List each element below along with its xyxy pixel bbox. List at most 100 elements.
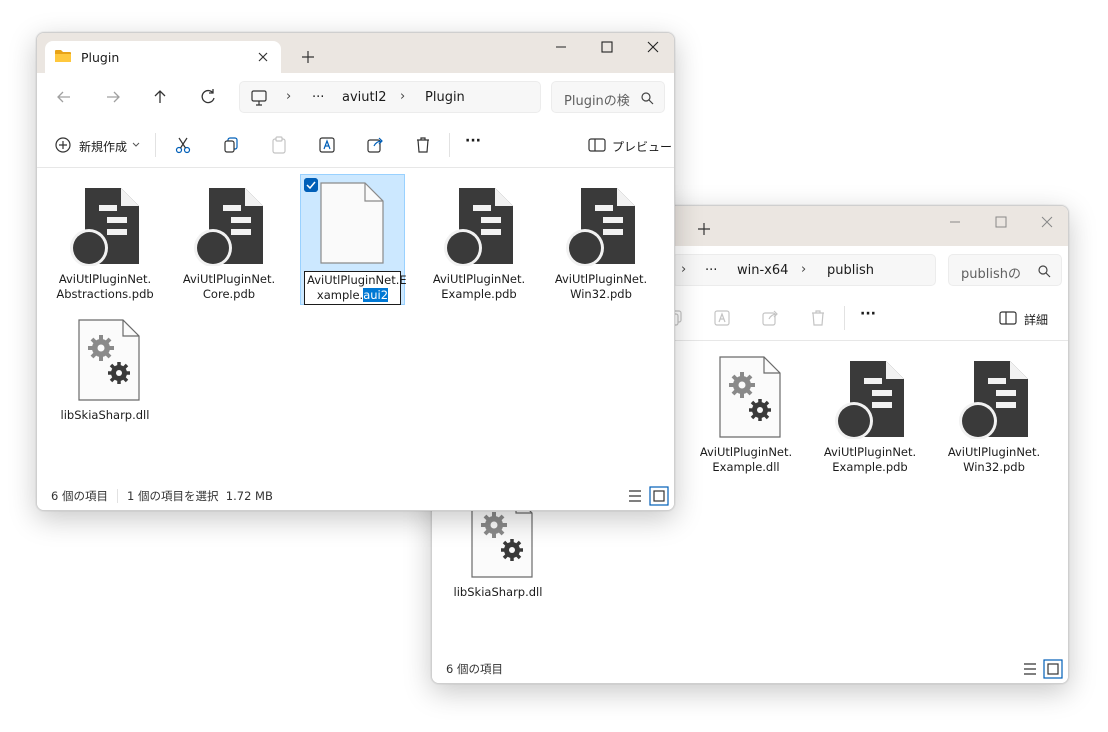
new-button-label[interactable]: 新規作成 <box>79 138 127 155</box>
details-pane-icon[interactable] <box>998 308 1018 328</box>
pdb-icon <box>835 361 904 439</box>
large-icons-view-icon[interactable] <box>1043 659 1063 679</box>
cut-scissors-icon[interactable] <box>173 135 193 155</box>
explorer-window-plugin[interactable]: Plugin › ··· aviutl2 › Plugin Pluginの検 新… <box>36 32 675 511</box>
item-count-status: 6 個の項目 <box>446 662 503 676</box>
file-item-example-pdb[interactable]: AviUtlPluginNet. Example.pdb <box>427 176 531 306</box>
file-name-label: libSkiaSharp.dll <box>453 585 543 599</box>
pdb-icon <box>70 188 139 266</box>
breadcrumb-more[interactable]: ··· <box>312 90 324 105</box>
delete-icon[interactable] <box>413 135 433 155</box>
title-bar[interactable]: Plugin <box>37 33 674 73</box>
status-bar: 6 個の項目 1 個の項目を選択 1.72 MB <box>37 482 674 510</box>
refresh-icon[interactable] <box>198 87 218 107</box>
back-arrow-icon[interactable] <box>54 87 74 107</box>
dll-gear-icon <box>78 319 140 401</box>
file-name-label: libSkiaSharp.dll <box>60 408 150 422</box>
this-pc-monitor-icon[interactable] <box>250 89 268 107</box>
forward-arrow-icon[interactable] <box>103 87 123 107</box>
dll-gear-icon <box>719 356 781 438</box>
minimize-icon[interactable] <box>538 35 584 59</box>
address-bar[interactable]: › ··· aviutl2 › Plugin <box>239 81 541 113</box>
file-name-label: AviUtlPluginNet. Win32.pdb <box>947 445 1041 474</box>
file-item-libskiasharp-dll[interactable]: libSkiaSharp.dll <box>53 312 157 424</box>
rename-icon[interactable] <box>712 308 732 328</box>
breadcrumb-separator: › <box>681 262 687 277</box>
chevron-down-icon[interactable] <box>132 142 140 148</box>
breadcrumb-separator: › <box>286 89 292 104</box>
selection-status: 1 個の項目を選択 1.72 MB <box>127 489 273 503</box>
tab-plugin[interactable]: Plugin <box>45 41 281 73</box>
search-icon <box>1038 265 1051 278</box>
status-bar: 6 個の項目 <box>432 655 1068 683</box>
file-item-core-pdb[interactable]: AviUtlPluginNet. Core.pdb <box>177 176 281 306</box>
file-item-example-dll[interactable]: AviUtlPluginNet. Example.dll <box>694 349 798 479</box>
file-item-example-aui2-selected[interactable]: AviUtlPluginNet.E xample.aui2 <box>300 174 407 305</box>
search-placeholder: Pluginの検 <box>564 94 630 109</box>
maximize-icon[interactable] <box>584 35 630 59</box>
maximize-icon[interactable] <box>978 210 1024 234</box>
address-bar[interactable]: › ··· win-x64 › publish <box>672 254 936 286</box>
more-options-button[interactable]: ··· <box>860 306 876 322</box>
paste-clipboard-icon[interactable] <box>269 135 289 155</box>
file-item-example-pdb[interactable]: AviUtlPluginNet. Example.pdb <box>818 349 922 479</box>
share-icon[interactable] <box>365 135 385 155</box>
file-item-win32-pdb[interactable]: AviUtlPluginNet. Win32.pdb <box>549 176 653 306</box>
navigation-bar: › ··· aviutl2 › Plugin Pluginの検 <box>37 73 674 121</box>
command-separator <box>844 306 845 330</box>
file-name-label: AviUtlPluginNet. Win32.pdb <box>554 272 648 301</box>
breadcrumb-aviutl2[interactable]: aviutl2 <box>342 90 387 105</box>
item-count-status: 6 個の項目 <box>51 489 108 503</box>
file-name-label: AviUtlPluginNet. Example.dll <box>699 445 793 474</box>
new-tab-plus-icon[interactable] <box>298 47 318 67</box>
details-view-icon[interactable] <box>1020 659 1040 679</box>
breadcrumb-publish[interactable]: publish <box>827 263 874 278</box>
breadcrumb-more[interactable]: ··· <box>705 263 717 278</box>
breadcrumb-separator: › <box>400 89 406 104</box>
new-plus-circle-icon[interactable] <box>53 135 73 155</box>
more-options-button[interactable]: ··· <box>465 133 481 149</box>
file-name-label: AviUtlPluginNet. Core.pdb <box>182 272 276 301</box>
command-bar: 新規作成 ··· プレビュー <box>37 121 674 168</box>
rename-text-input[interactable]: AviUtlPluginNet.E xample.aui2 <box>304 271 407 305</box>
minimize-icon[interactable] <box>932 210 978 234</box>
rename-text-line1: AviUtlPluginNet.E <box>307 273 407 287</box>
status-separator <box>117 489 118 503</box>
search-box[interactable]: Pluginの検 <box>551 81 665 113</box>
file-name-label: AviUtlPluginNet. Example.pdb <box>823 445 917 474</box>
copy-icon[interactable] <box>221 135 241 155</box>
checkbox-checked-icon[interactable] <box>304 178 318 192</box>
breadcrumb-win-x64[interactable]: win-x64 <box>737 263 788 278</box>
close-tab-icon[interactable] <box>253 47 273 67</box>
file-item-abstractions-pdb[interactable]: AviUtlPluginNet. Abstractions.pdb <box>53 176 157 306</box>
command-separator <box>449 133 450 157</box>
file-name-label: AviUtlPluginNet. Abstractions.pdb <box>56 272 154 301</box>
search-box[interactable]: publishの <box>948 254 1062 286</box>
breadcrumb-separator: › <box>801 262 807 277</box>
rename-text-line2: xample. <box>316 288 364 302</box>
folder-icon <box>55 50 71 62</box>
share-icon[interactable] <box>760 308 780 328</box>
rename-selected-extension: aui2 <box>363 288 389 302</box>
delete-icon[interactable] <box>808 308 828 328</box>
search-icon <box>641 92 654 105</box>
file-list-area[interactable]: AviUtlPluginNet. Abstractions.pdb AviUtl… <box>37 168 674 482</box>
rename-icon[interactable] <box>317 135 337 155</box>
preview-pane-icon[interactable] <box>587 135 607 155</box>
breadcrumb-plugin[interactable]: Plugin <box>425 90 465 105</box>
tab-title: Plugin <box>81 50 120 65</box>
details-view-icon[interactable] <box>625 486 645 506</box>
pdb-icon <box>194 188 263 266</box>
close-window-icon[interactable] <box>1024 210 1069 234</box>
preview-button-label[interactable]: プレビュー <box>612 138 672 155</box>
file-name-label: AviUtlPluginNet. Example.pdb <box>432 272 526 301</box>
pdb-icon <box>959 361 1028 439</box>
new-tab-plus-icon[interactable] <box>694 219 714 239</box>
large-icons-view-icon[interactable] <box>649 486 669 506</box>
close-window-icon[interactable] <box>630 35 675 59</box>
file-item-win32-pdb[interactable]: AviUtlPluginNet. Win32.pdb <box>942 349 1046 479</box>
pdb-icon <box>444 188 513 266</box>
search-placeholder: publishの <box>961 267 1021 282</box>
up-arrow-icon[interactable] <box>150 87 170 107</box>
details-button-label[interactable]: 詳細 <box>1024 311 1048 328</box>
